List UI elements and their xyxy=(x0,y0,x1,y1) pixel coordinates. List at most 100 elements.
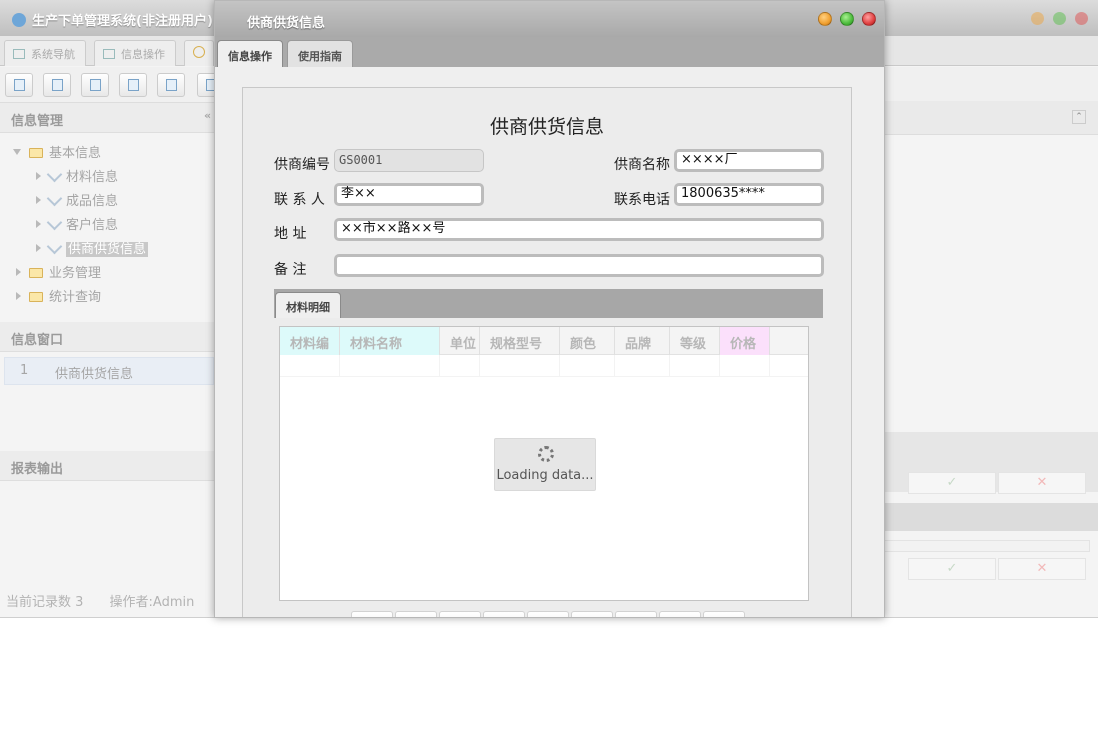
tree-node-business[interactable]: 业务管理 xyxy=(16,262,101,282)
tab-system-nav[interactable]: 系统导航 xyxy=(4,40,86,66)
dialog-close-icon[interactable] xyxy=(862,12,876,26)
right-confirm-button-2[interactable]: ✓ xyxy=(908,558,996,580)
expand-arrow-icon[interactable] xyxy=(36,172,41,180)
app-logo-icon xyxy=(12,13,26,27)
tool-icon xyxy=(46,190,63,207)
new-button[interactable] xyxy=(81,73,109,97)
pager-next-button[interactable] xyxy=(659,611,701,617)
tree-node-statistics[interactable]: 统计查询 xyxy=(16,286,101,306)
pager-save-button[interactable] xyxy=(571,611,613,617)
pager-prev-button[interactable] xyxy=(395,611,437,617)
tree-node-product-info[interactable]: 成品信息 xyxy=(36,190,118,210)
tab-material-detail[interactable]: 材料明细 xyxy=(275,292,341,318)
supplier-code-field[interactable]: GS0001 xyxy=(334,149,484,172)
collapse-up-icon[interactable]: ⌃ xyxy=(1072,110,1086,124)
column-header-unit[interactable]: 单位 xyxy=(440,327,480,355)
tool-icon xyxy=(46,166,63,183)
dialog-maximize-icon[interactable] xyxy=(840,12,854,26)
grid-cell xyxy=(670,355,720,377)
expand-arrow-icon[interactable] xyxy=(13,149,21,155)
tree-node-basic-info[interactable]: 基本信息 xyxy=(13,142,101,162)
loading-text: Loading data... xyxy=(496,468,594,483)
window-list-item[interactable]: 1 供商供货信息 xyxy=(4,357,214,385)
document-icon xyxy=(90,79,101,91)
column-header-grade[interactable]: 等级 xyxy=(670,327,720,355)
grid-cell xyxy=(480,355,560,377)
spinner-icon xyxy=(538,446,554,462)
material-detail-grid: 材料编 材料名称 单位 规格型号 颜色 品牌 等级 价格 Loading dat… xyxy=(279,326,809,601)
app-maximize-icon[interactable] xyxy=(1053,12,1066,25)
contact-label: 联 系 人 xyxy=(274,192,325,208)
right-panel-header: ⌃ xyxy=(884,101,1098,135)
tool-icon xyxy=(46,238,63,255)
remark-field[interactable] xyxy=(334,254,824,277)
loading-overlay: Loading data... xyxy=(494,438,596,491)
sidebar-report-header: 报表输出 xyxy=(0,451,214,481)
pager-edit-button[interactable] xyxy=(483,611,525,617)
right-confirm-button-1[interactable]: ✓ xyxy=(908,472,996,494)
tab-info-operation[interactable]: 信息操作 xyxy=(217,40,283,67)
pager-first-button[interactable] xyxy=(351,611,393,617)
phone-label: 联系电话 xyxy=(614,192,670,208)
column-header-color[interactable]: 颜色 xyxy=(560,327,615,355)
tree-node-customer-info[interactable]: 客户信息 xyxy=(36,214,118,234)
search-button[interactable] xyxy=(5,73,33,97)
grid-cell xyxy=(560,355,615,377)
dialog-titlebar[interactable]: 供商供货信息 xyxy=(215,1,884,37)
supplier-supply-dialog: 供商供货信息 信息操作 使用指南 供商供货信息 供商编号 GS0001 供商名称… xyxy=(214,0,885,618)
monitor-icon xyxy=(13,49,25,59)
right-panel-band-2 xyxy=(884,503,1098,531)
grid-cell xyxy=(280,355,340,377)
sidebar-info-header: 信息管理 « xyxy=(0,103,214,133)
phone-field[interactable]: 1800635**** xyxy=(674,183,824,206)
folder-icon xyxy=(29,268,43,278)
app-minimize-icon[interactable] xyxy=(1031,12,1044,25)
app-close-icon[interactable] xyxy=(1075,12,1088,25)
expand-arrow-icon[interactable] xyxy=(36,244,41,252)
form-heading: 供商供货信息 xyxy=(489,116,604,138)
view-button[interactable] xyxy=(43,73,71,97)
grid-cell xyxy=(440,355,480,377)
dialog-tabbar: 信息操作 使用指南 xyxy=(215,37,884,67)
folder-icon xyxy=(29,292,43,302)
delete-button[interactable] xyxy=(157,73,185,97)
column-header-material-name[interactable]: 材料名称 xyxy=(340,327,440,355)
pager-last-button[interactable] xyxy=(703,611,745,617)
record-count: 当前记录数 3 xyxy=(6,595,84,610)
supplier-code-label: 供商编号 xyxy=(274,157,330,173)
expand-arrow-icon[interactable] xyxy=(16,292,21,300)
edit-button[interactable] xyxy=(119,73,147,97)
grid-cell xyxy=(340,355,440,377)
grid-icon xyxy=(103,49,115,59)
dialog-minimize-icon[interactable] xyxy=(818,12,832,26)
column-header-material-code[interactable]: 材料编 xyxy=(280,327,340,355)
pager-add-button[interactable] xyxy=(439,611,481,617)
contact-field[interactable]: 李×× xyxy=(334,183,484,206)
right-cancel-button-1[interactable]: ✕ xyxy=(998,472,1086,494)
supplier-name-label: 供商名称 xyxy=(614,157,670,173)
pager-cancel-button[interactable] xyxy=(615,611,657,617)
tab-usage-guide[interactable]: 使用指南 xyxy=(287,40,353,67)
expand-arrow-icon[interactable] xyxy=(36,220,41,228)
search-icon xyxy=(14,79,25,91)
sidebar-window-header: 信息窗口 xyxy=(0,322,214,352)
column-header-price[interactable]: 价格 xyxy=(720,327,770,355)
column-header-brand[interactable]: 品牌 xyxy=(615,327,670,355)
tree-node-supplier-supply-info[interactable]: 供商供货信息 xyxy=(36,238,149,258)
expand-arrow-icon[interactable] xyxy=(36,196,41,204)
detail-tabbar: 材料明细 xyxy=(274,289,823,318)
tree-node-material-info[interactable]: 材料信息 xyxy=(36,166,118,186)
pager-delete-button[interactable] xyxy=(527,611,569,617)
column-header-spec[interactable]: 规格型号 xyxy=(480,327,560,355)
tab-info-operation[interactable]: 信息操作 xyxy=(94,40,176,66)
address-field[interactable]: ××市××路××号 xyxy=(334,218,824,241)
remark-label: 备 注 xyxy=(274,262,307,278)
right-panel-strip xyxy=(884,540,1090,552)
right-cancel-button-2[interactable]: ✕ xyxy=(998,558,1086,580)
tab-extra[interactable] xyxy=(184,40,214,66)
table-row xyxy=(280,355,808,377)
collapse-left-icon[interactable]: « xyxy=(204,109,211,122)
supplier-name-field[interactable]: ××××厂 xyxy=(674,149,824,172)
app-title: 生产下单管理系统(非注册用户) xyxy=(12,10,213,29)
expand-arrow-icon[interactable] xyxy=(16,268,21,276)
